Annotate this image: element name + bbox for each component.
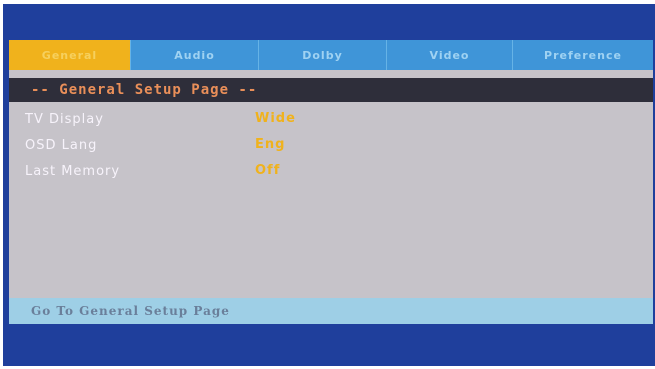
setting-row-last-memory[interactable]: Last Memory Off <box>9 160 653 186</box>
setup-tab-bar: General Audio Dolby Video Preference <box>9 40 653 70</box>
setting-label: TV Display <box>25 112 104 127</box>
setting-value[interactable]: Wide <box>255 111 296 126</box>
tab-dolby[interactable]: Dolby <box>259 40 387 70</box>
tab-video-label: Video <box>429 48 470 62</box>
tab-audio[interactable]: Audio <box>131 40 259 70</box>
settings-list: TV Display Wide OSD Lang Eng Last Memory… <box>9 108 653 186</box>
osd-screen: General Audio Dolby Video Preference -- … <box>3 4 655 366</box>
tab-dolby-label: Dolby <box>302 48 343 62</box>
tab-preference-label: Preference <box>544 48 622 62</box>
setting-row-osd-lang[interactable]: OSD Lang Eng <box>9 134 653 160</box>
setup-panel: -- General Setup Page -- TV Display Wide… <box>9 70 653 298</box>
tab-audio-label: Audio <box>174 48 215 62</box>
setting-value[interactable]: Eng <box>255 137 285 152</box>
status-text: Go To General Setup Page <box>31 304 230 318</box>
setting-row-tv-display[interactable]: TV Display Wide <box>9 108 653 134</box>
tab-video[interactable]: Video <box>387 40 513 70</box>
tab-general[interactable]: General <box>9 40 131 70</box>
page-header: -- General Setup Page -- <box>9 78 653 102</box>
status-bar: Go To General Setup Page <box>9 298 653 324</box>
setting-label: Last Memory <box>25 164 121 179</box>
tab-general-label: General <box>41 48 98 62</box>
setting-value[interactable]: Off <box>255 163 280 178</box>
page-title: -- General Setup Page -- <box>31 82 258 98</box>
tab-preference[interactable]: Preference <box>513 40 653 70</box>
setting-label: OSD Lang <box>25 138 98 153</box>
